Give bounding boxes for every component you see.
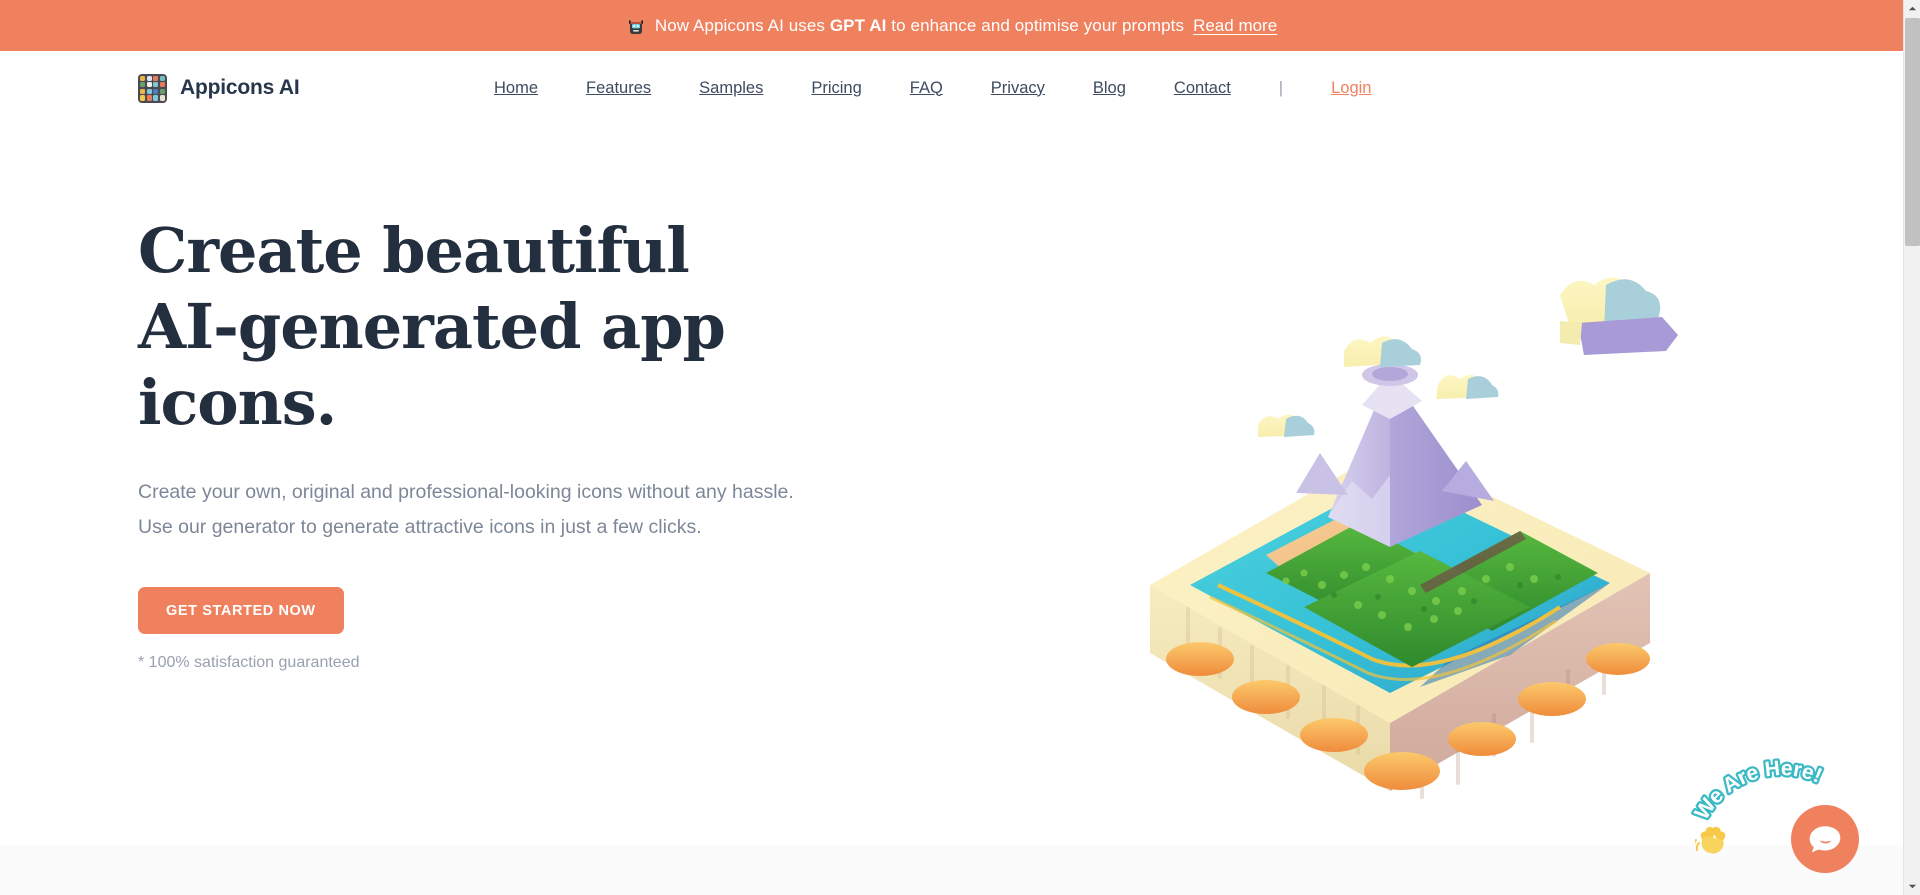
nav-item-privacy[interactable]: Privacy <box>967 79 1069 98</box>
page-viewport: Now Appicons AI uses GPT AI to enhance a… <box>0 0 1903 895</box>
nav-item-features[interactable]: Features <box>562 79 675 98</box>
promo-text-after: to enhance and optimise your prompts <box>886 15 1185 35</box>
hero-copy: Create beautiful AI-generated app icons.… <box>138 213 818 672</box>
volcano-cloud-right <box>1436 374 1499 399</box>
get-started-button[interactable]: GET STARTED NOW <box>138 587 344 634</box>
volcano-cloud-left <box>1258 414 1315 437</box>
hero-section: Create beautiful AI-generated app icons.… <box>0 125 1903 837</box>
volcano-cloud-top <box>1344 336 1421 367</box>
brand-logo-link[interactable]: Appicons AI <box>138 73 300 103</box>
browser-page: Now Appicons AI uses GPT AI to enhance a… <box>0 0 1920 895</box>
scroll-down-arrow-icon[interactable] <box>1904 878 1920 895</box>
nav-item-faq[interactable]: FAQ <box>886 79 967 98</box>
isometric-island-volcano-illustration <box>1090 255 1710 815</box>
grid-tiles-logo-icon <box>138 73 167 103</box>
nav-item-samples[interactable]: Samples <box>675 79 787 98</box>
nav-item-home[interactable]: Home <box>470 79 562 98</box>
satisfaction-note: * 100% satisfaction guaranteed <box>138 654 360 671</box>
nav-item-contact[interactable]: Contact <box>1150 79 1255 98</box>
robot-icon <box>626 17 646 37</box>
nav-item-blog[interactable]: Blog <box>1069 79 1150 98</box>
promo-text: Now Appicons AI uses GPT AI to enhance a… <box>655 16 1184 36</box>
hero-subtitle: Create your own, original and profession… <box>138 481 794 538</box>
vertical-scrollbar[interactable] <box>1903 0 1920 895</box>
chat-bubble-icon <box>1807 820 1843 859</box>
hero-title-line-3: icons. <box>138 366 337 439</box>
lower-section-strip <box>0 845 1903 895</box>
promo-banner-content: Now Appicons AI uses GPT AI to enhance a… <box>626 16 1277 36</box>
hero-title-line-2: AI-generated app <box>138 290 726 363</box>
nav-separator: | <box>1278 78 1284 97</box>
navbar: Appicons AI Home Features Samples Pricin… <box>0 51 1903 125</box>
nav-links: Home Features Samples Pricing FAQ Privac… <box>470 79 1395 98</box>
promo-banner: Now Appicons AI uses GPT AI to enhance a… <box>0 0 1903 51</box>
login-link[interactable]: Login <box>1307 79 1395 98</box>
chat-bubble-button[interactable] <box>1791 805 1859 873</box>
scrollbar-thumb[interactable] <box>1905 18 1920 246</box>
hero-title-line-1: Create beautiful <box>138 214 690 287</box>
floating-cloud <box>1560 277 1678 355</box>
nav-item-pricing[interactable]: Pricing <box>787 79 885 98</box>
read-more-link[interactable]: Read more <box>1193 16 1277 36</box>
scroll-up-arrow-icon[interactable] <box>1904 0 1920 17</box>
page-title: Create beautiful AI-generated app icons. <box>138 213 818 441</box>
promo-text-before: Now Appicons AI uses <box>654 15 830 35</box>
brand-name: Appicons AI <box>180 76 300 99</box>
promo-text-highlight: GPT AI <box>829 15 887 35</box>
